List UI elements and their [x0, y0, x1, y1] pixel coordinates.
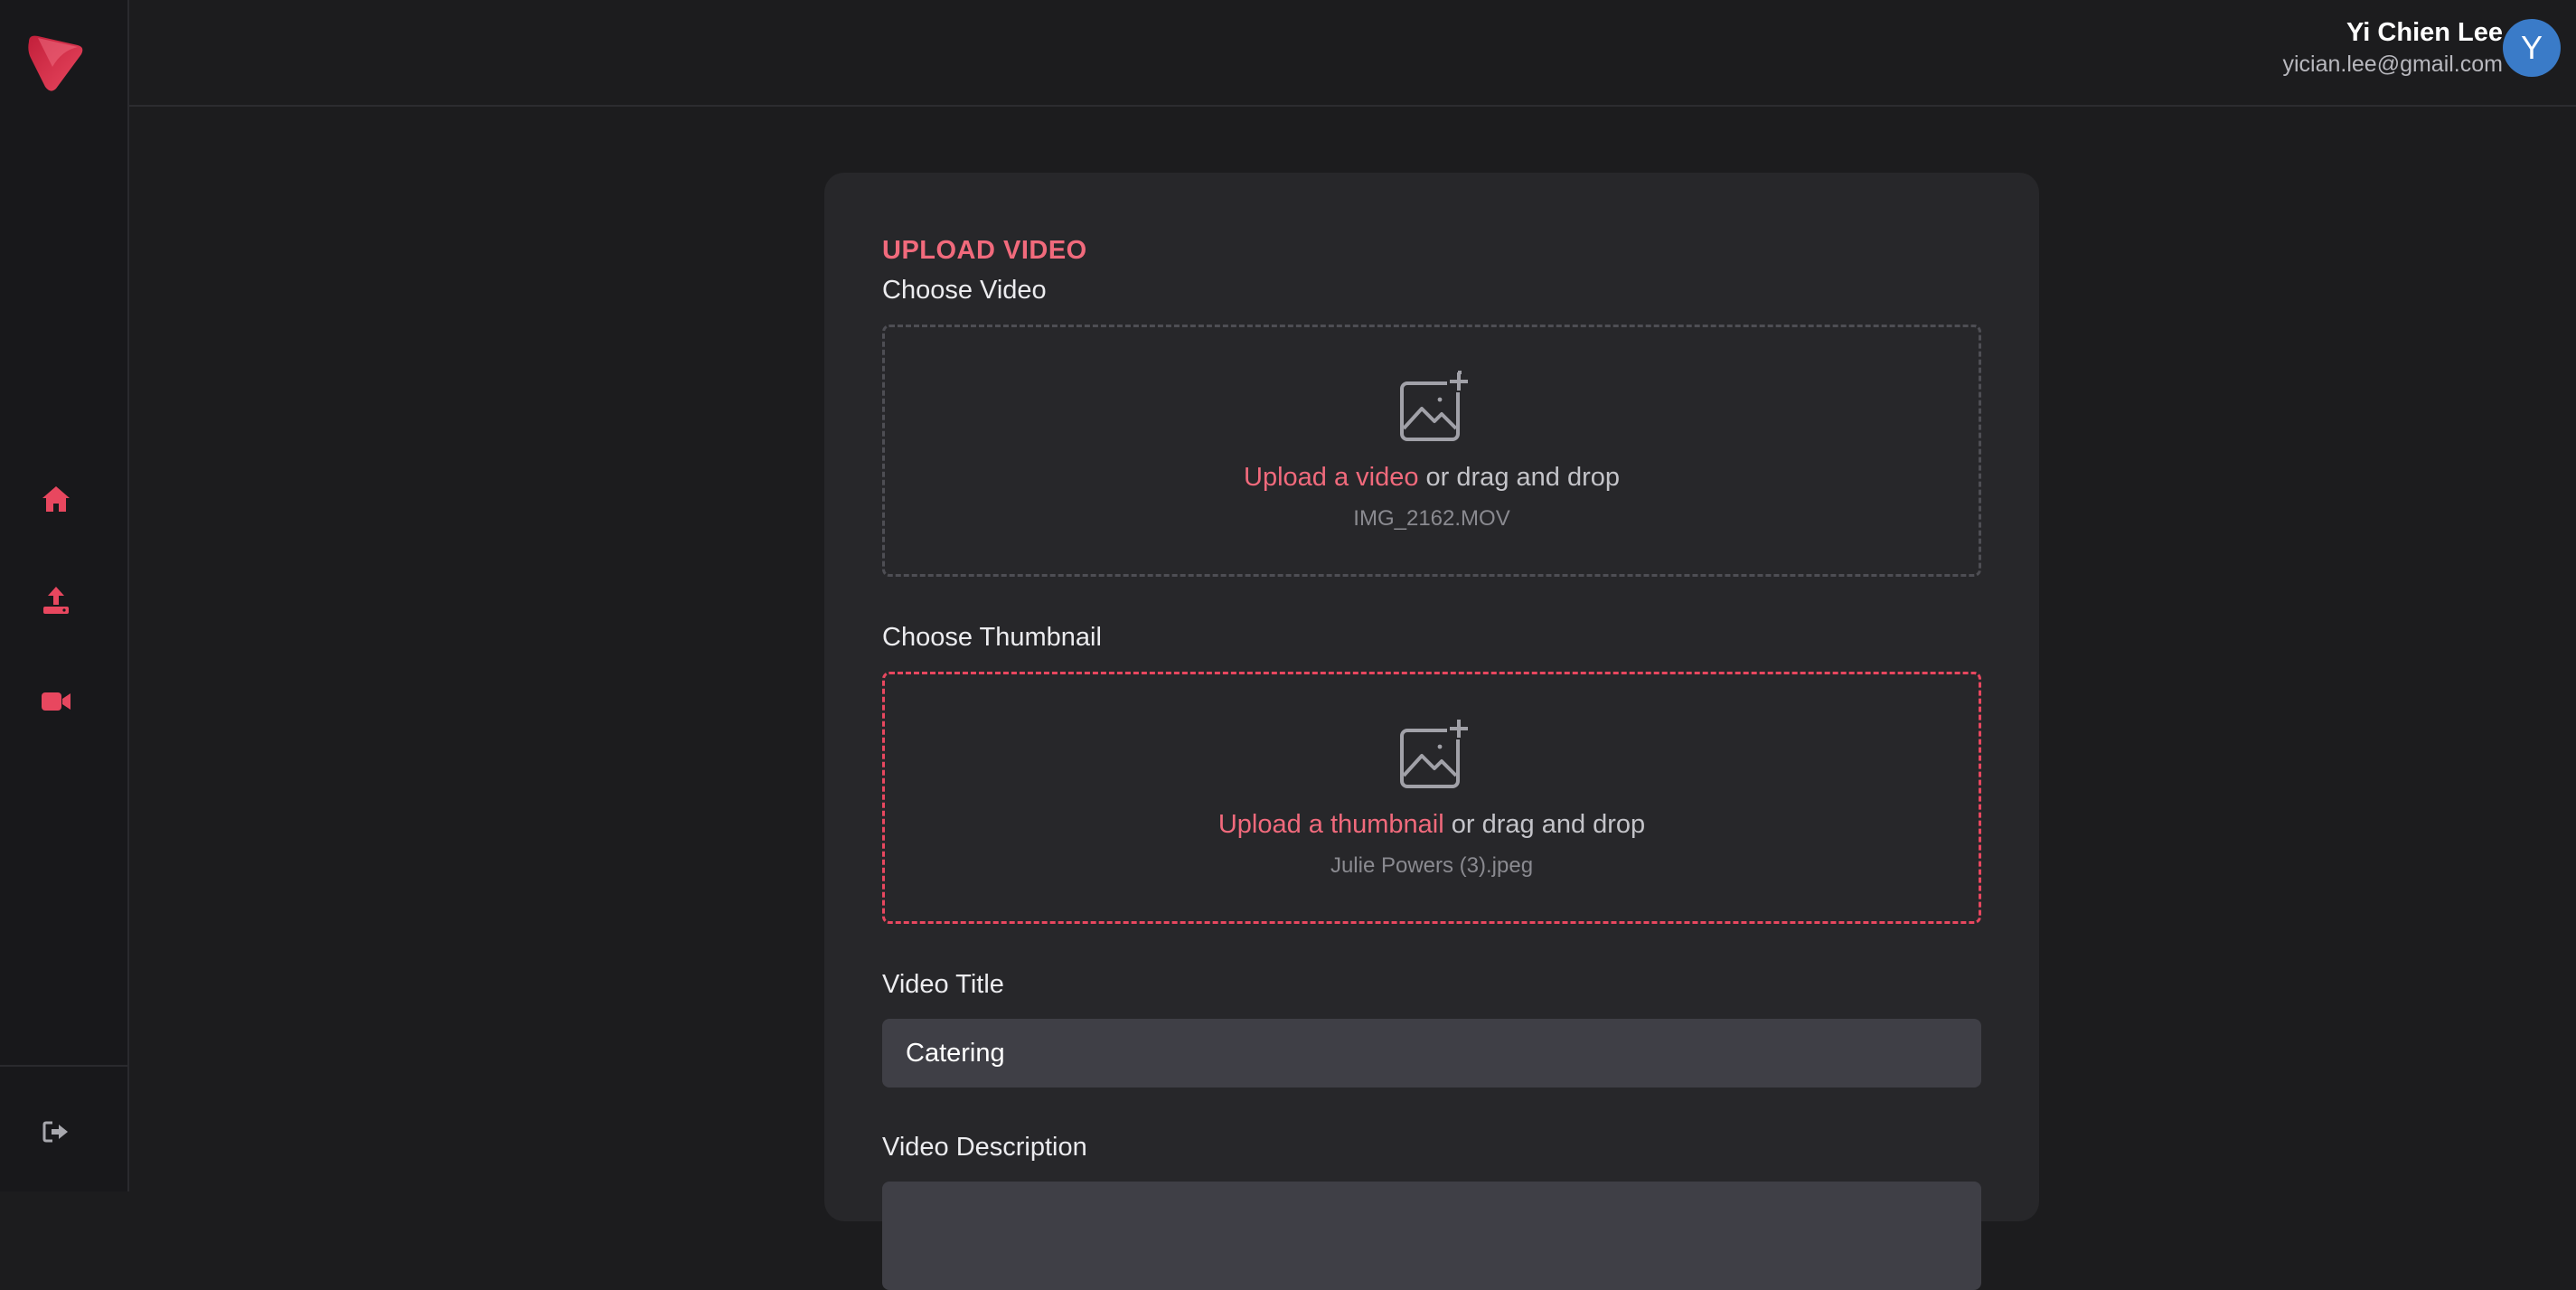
- video-description-label: Video Description: [882, 1133, 1087, 1162]
- avatar-initial: Y: [2520, 29, 2543, 66]
- user-info: Yi Chien Lee yician.lee@gmail.com: [2282, 16, 2503, 80]
- drag-drop-text: or drag and drop: [1443, 810, 1646, 839]
- avatar[interactable]: Y: [2503, 19, 2561, 77]
- thumbnail-dropzone-text: Upload a thumbnail or drag and drop: [885, 810, 1979, 840]
- upload-video-card: UPLOAD VIDEO Choose Video Upload a video…: [824, 173, 2039, 1290]
- video-dropzone-text: Upload a video or drag and drop: [885, 463, 1979, 493]
- upload-icon[interactable]: [38, 582, 74, 618]
- logout-icon[interactable]: [38, 1114, 74, 1150]
- video-camera-icon[interactable]: [38, 683, 74, 720]
- user-name: Yi Chien Lee: [2346, 18, 2503, 47]
- sidebar-divider: [0, 1065, 127, 1067]
- app-logo[interactable]: [25, 31, 87, 92]
- video-dropzone[interactable]: Upload a video or drag and drop IMG_2162…: [882, 325, 1981, 577]
- add-image-icon: [1400, 371, 1471, 441]
- sidebar: [0, 0, 129, 1191]
- home-icon[interactable]: [38, 481, 74, 517]
- add-image-icon: [1400, 720, 1471, 788]
- upload-video-link[interactable]: Upload a video: [1244, 463, 1418, 492]
- video-title-label: Video Title: [882, 970, 1004, 999]
- thumbnail-file-name: Julie Powers (3).jpeg: [1330, 853, 1534, 878]
- drag-drop-text: or drag and drop: [1418, 463, 1620, 492]
- user-email: yician.lee@gmail.com: [2282, 52, 2503, 77]
- choose-video-label: Choose Video: [882, 276, 1047, 305]
- thumbnail-dropzone[interactable]: Upload a thumbnail or drag and drop Juli…: [882, 672, 1981, 924]
- video-title-input[interactable]: [882, 1019, 1981, 1088]
- video-file-name: IMG_2162.MOV: [1353, 506, 1510, 531]
- choose-thumbnail-label: Choose Thumbnail: [882, 623, 1102, 652]
- form-title: UPLOAD VIDEO: [882, 236, 1087, 265]
- top-header: Yi Chien Lee yician.lee@gmail.com Y: [129, 0, 2576, 107]
- video-description-input[interactable]: [882, 1182, 1981, 1290]
- upload-thumbnail-link[interactable]: Upload a thumbnail: [1218, 810, 1444, 839]
